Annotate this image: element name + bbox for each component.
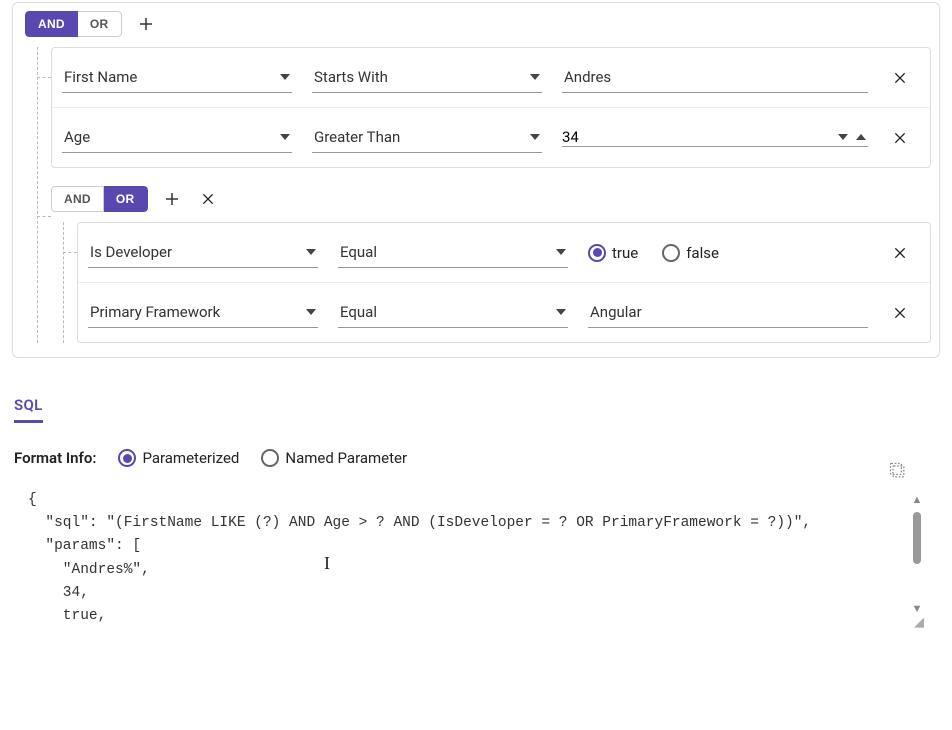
- subgroup-or-button[interactable]: OR: [104, 186, 148, 212]
- close-icon[interactable]: [888, 66, 912, 90]
- field-label: Age: [64, 128, 90, 146]
- tree-connector: [37, 47, 38, 343]
- code-output-area: ▲ ▼ { "sql": "(FirstName LIKE (?) AND Ag…: [14, 485, 938, 628]
- chevron-down-icon: [306, 309, 316, 315]
- field-select[interactable]: Is Developer: [88, 237, 318, 268]
- tab-sql[interactable]: SQL: [14, 396, 43, 423]
- operator-select[interactable]: Starts With: [312, 62, 542, 93]
- radio-true[interactable]: true: [588, 244, 638, 262]
- chevron-down-icon: [530, 74, 540, 80]
- field-label: Is Developer: [90, 243, 172, 261]
- chevron-down-icon: [280, 134, 290, 140]
- root-group-header: AND OR: [25, 11, 931, 37]
- scroll-down-icon[interactable]: ▼: [912, 602, 923, 615]
- add-icon[interactable]: [134, 12, 158, 36]
- subgroup-conjunction-toggle: AND OR: [51, 186, 148, 212]
- code-line: "sql": "(FirstName LIKE (?) AND Age > ? …: [28, 515, 811, 531]
- operator-label: Equal: [340, 303, 377, 321]
- value-number-input[interactable]: [562, 128, 868, 147]
- sql-output-code[interactable]: { "sql": "(FirstName LIKE (?) AND Age > …: [14, 485, 938, 628]
- chevron-down-icon: [280, 74, 290, 80]
- format-info-label: Format Info:: [14, 449, 96, 467]
- chevron-down-icon: [556, 249, 566, 255]
- subgroup-rules-box-wrap: Is Developer Equal true: [67, 222, 931, 343]
- subgroup-rules-container: Is Developer Equal true: [67, 222, 931, 343]
- radio-icon: [261, 449, 279, 467]
- code-line: true,: [28, 608, 106, 624]
- radio-icon: [662, 244, 680, 262]
- operator-select[interactable]: Equal: [338, 297, 568, 328]
- chevron-down-icon: [530, 134, 540, 140]
- field-label: First Name: [64, 68, 137, 86]
- radio-label: false: [686, 244, 719, 262]
- radio-false[interactable]: false: [662, 244, 719, 262]
- radio-label: Parameterized: [142, 449, 239, 467]
- chevron-down-icon: [556, 309, 566, 315]
- text-cursor-icon: I: [324, 553, 330, 574]
- tree-connector: [63, 222, 64, 343]
- operator-label: Greater Than: [314, 128, 400, 146]
- root-or-button[interactable]: OR: [78, 11, 122, 37]
- resize-handle-icon[interactable]: ◢: [914, 615, 924, 630]
- root-conjunction-toggle: AND OR: [25, 11, 122, 37]
- value-input[interactable]: [562, 128, 830, 146]
- close-icon[interactable]: [888, 126, 912, 150]
- scrollbar[interactable]: ▲ ▼: [910, 493, 924, 615]
- field-select[interactable]: First Name: [62, 62, 292, 93]
- subgroup: AND OR Is Developer: [41, 186, 931, 343]
- radio-icon: [588, 244, 606, 262]
- radio-icon: [118, 449, 136, 467]
- code-line: {: [28, 492, 37, 508]
- copy-icon[interactable]: [888, 461, 908, 485]
- operator-select[interactable]: Equal: [338, 237, 568, 268]
- query-builder-panel: AND OR First Name Starts With: [12, 2, 940, 358]
- bool-radio-group: true false: [588, 244, 868, 262]
- chevron-down-icon: [306, 249, 316, 255]
- field-select[interactable]: Primary Framework: [88, 297, 318, 328]
- value-input[interactable]: [562, 62, 868, 93]
- close-icon[interactable]: [888, 241, 912, 265]
- subgroup-and-button[interactable]: AND: [51, 186, 104, 212]
- root-rules-container: First Name Starts With Age: [41, 47, 931, 343]
- field-select[interactable]: Age: [62, 122, 292, 153]
- subgroup-rules-box: Is Developer Equal true: [77, 222, 931, 343]
- radio-named-parameter[interactable]: Named Parameter: [261, 449, 407, 467]
- field-label: Primary Framework: [90, 303, 220, 321]
- scroll-thumb[interactable]: [913, 512, 921, 564]
- rule-row: First Name Starts With: [52, 48, 930, 108]
- operator-label: Starts With: [314, 68, 388, 86]
- format-info-row: Format Info: Parameterized Named Paramet…: [14, 449, 938, 467]
- value-input[interactable]: [588, 297, 868, 328]
- rule-row: Is Developer Equal true: [78, 223, 930, 283]
- rule-row: Age Greater Than: [52, 108, 930, 167]
- output-section: SQL Format Info: Parameterized Named Par…: [14, 396, 938, 628]
- output-tabs: SQL: [14, 396, 938, 423]
- radio-label: true: [612, 244, 638, 262]
- close-icon[interactable]: [196, 187, 220, 211]
- code-line: "Andres%",: [28, 562, 150, 578]
- code-line: 34,: [28, 585, 89, 601]
- root-rules-box: First Name Starts With Age: [51, 47, 931, 168]
- operator-select[interactable]: Greater Than: [312, 122, 542, 153]
- root-rules-box-wrap: First Name Starts With Age: [41, 47, 931, 168]
- rule-row: Primary Framework Equal: [78, 283, 930, 342]
- chevron-up-icon[interactable]: [856, 134, 866, 140]
- radio-label: Named Parameter: [285, 449, 407, 467]
- operator-label: Equal: [340, 243, 377, 261]
- chevron-down-icon[interactable]: [838, 134, 848, 140]
- close-icon[interactable]: [888, 301, 912, 325]
- code-line: "params": [: [28, 538, 141, 554]
- scroll-up-icon[interactable]: ▲: [912, 493, 923, 506]
- subgroup-header: AND OR: [51, 186, 931, 212]
- radio-parameterized[interactable]: Parameterized: [118, 449, 239, 467]
- add-icon[interactable]: [160, 187, 184, 211]
- root-and-button[interactable]: AND: [25, 11, 78, 37]
